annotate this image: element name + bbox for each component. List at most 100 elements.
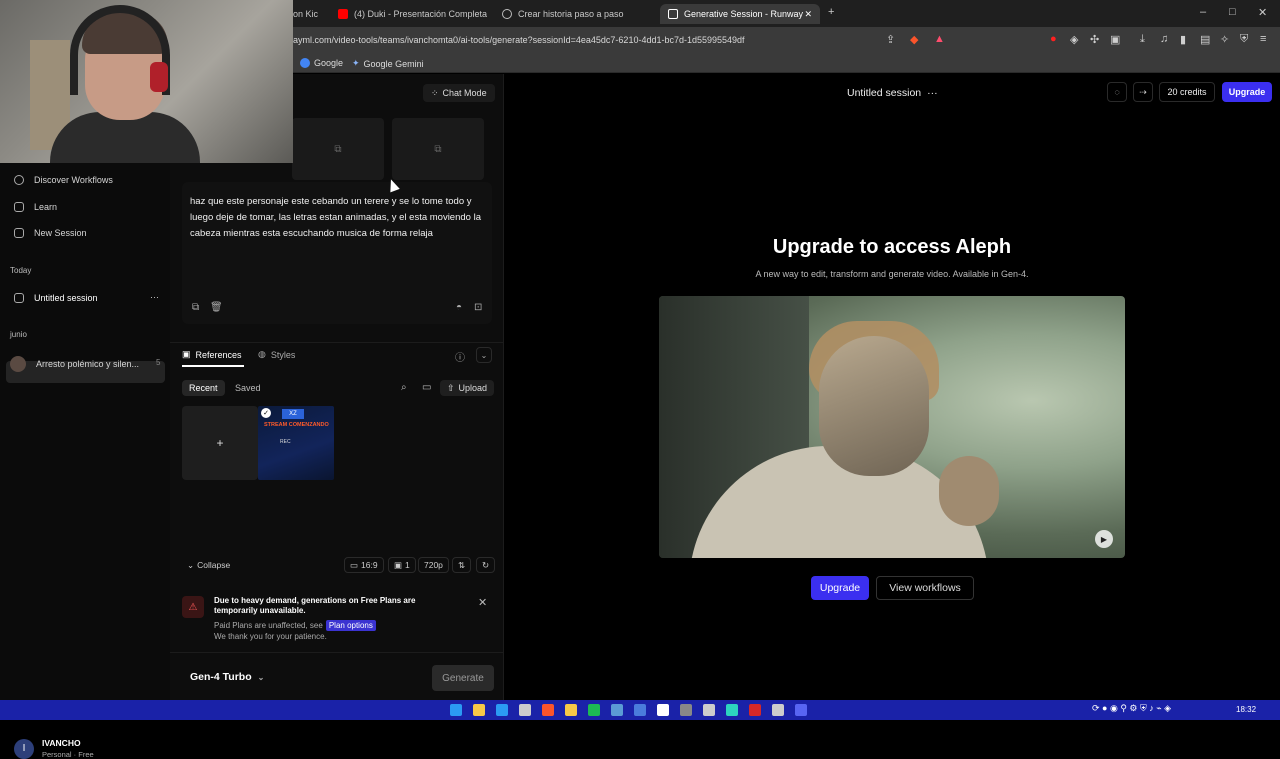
taskbar-app-icon[interactable] [634, 704, 646, 716]
close-window-button[interactable]: ✕ [1258, 6, 1267, 19]
upgrade-button[interactable]: Upgrade [811, 576, 869, 600]
sidebar-toggle-icon[interactable]: ▮ [1180, 33, 1186, 46]
minimize-button[interactable]: – [1200, 6, 1206, 18]
taskbar-app-icon[interactable] [588, 704, 600, 716]
taskbar-app-icon[interactable] [542, 704, 554, 716]
taskbar-app-icon[interactable] [496, 704, 508, 716]
image-placeholder-icon: ⧉ [334, 143, 342, 155]
tab-kick[interactable]: on Kic [293, 4, 323, 24]
chat-mode-button[interactable]: ⁘ Chat Mode [423, 84, 495, 102]
url-text[interactable]: ayml.com/video-tools/teams/ivanchomta0/a… [293, 35, 745, 45]
image-slot-3[interactable]: ⧉ [392, 118, 484, 180]
upload-button[interactable]: ⇧ Upload [440, 380, 495, 396]
tab-styles[interactable]: ◍ Styles [258, 349, 295, 360]
taskbar-app-icon[interactable] [519, 704, 531, 716]
tray-icons[interactable]: ⟳ ● ◉ ⚲ ⚙ ⛨ ♪ ⌁ ◈ [1092, 703, 1171, 714]
prompt-text[interactable]: haz que este personaje este cebando un t… [190, 194, 486, 242]
prompt-textarea[interactable]: haz que este personaje este cebando un t… [182, 182, 492, 324]
session-item-arresto[interactable]: Arresto polémico y silen... [10, 356, 139, 372]
search-icon[interactable]: ⌕ [401, 382, 407, 393]
music-icon[interactable]: ♫ [1160, 33, 1168, 45]
tab-crear-historia[interactable]: Crear historia paso a paso [502, 4, 652, 24]
bookmark-google[interactable]: Google [300, 58, 343, 68]
user-profile[interactable]: I IVANCHO Personal · Free [14, 738, 94, 759]
share-icon[interactable]: ⇢ [1133, 82, 1153, 102]
os-taskbar: ⟳ ● ◉ ⚲ ⚙ ⛨ ♪ ⌁ ◈ 18:32 [0, 700, 1280, 720]
brave-rewards-icon[interactable]: ▲ [934, 33, 945, 45]
tab-label: Styles [270, 349, 296, 360]
tab-runway[interactable]: Generative Session - Runway ✕ [660, 4, 820, 24]
notice-title: Due to heavy demand, generations on Free… [214, 596, 416, 615]
taskbar-app-icon[interactable] [772, 704, 784, 716]
warning-icon: ⚠ [182, 596, 204, 618]
filter-recent[interactable]: Recent [182, 380, 225, 396]
generate-button[interactable]: Generate [432, 665, 494, 691]
taskbar-app-icon[interactable] [680, 704, 692, 716]
taskbar-app-icon[interactable] [795, 704, 807, 716]
session-label: Untitled session [34, 293, 98, 303]
puzzle-icon[interactable]: ✣ [1090, 33, 1099, 46]
copy-icon[interactable]: ⧉ [192, 302, 199, 313]
clock[interactable]: 18:32 [1236, 705, 1256, 714]
maximize-button[interactable]: □ [1229, 6, 1236, 18]
trash-icon[interactable]: 🗑 [210, 302, 223, 313]
chevron-down-icon[interactable]: ⌄ [476, 347, 492, 363]
aleph-preview-video[interactable]: ▶ [659, 296, 1125, 558]
youtube-ext-icon[interactable]: ● [1050, 33, 1057, 45]
references-icon: ▣ [182, 349, 191, 359]
extension-icon[interactable]: ◈ [1070, 33, 1078, 46]
taskbar-app-icon[interactable] [749, 704, 761, 716]
tab-references[interactable]: ▣ References [182, 349, 242, 360]
tab-youtube[interactable]: (4) Duki - Presentación Completa - F [338, 4, 488, 24]
brave-shield-icon[interactable]: ◆ [910, 33, 918, 46]
add-reference-button[interactable]: + [182, 406, 258, 480]
folder-icon[interactable]: ▭ [422, 382, 431, 393]
filter-saved[interactable]: Saved [228, 380, 268, 396]
taskbar-app-icon[interactable] [450, 704, 462, 716]
sidebar-item-new-session[interactable]: New Session [14, 228, 87, 238]
reference-thumbnail[interactable]: XZ STREAM COMENZANDO REC [258, 406, 334, 480]
screenshot-icon[interactable]: ▣ [1110, 33, 1120, 46]
taskbar-app-icon[interactable] [703, 704, 715, 716]
frame-icon[interactable]: ⊡ [474, 302, 482, 313]
more-icon[interactable]: ··· [927, 87, 938, 99]
wallet-icon[interactable]: ▤ [1200, 33, 1210, 46]
chatgpt-icon [502, 9, 512, 19]
model-select[interactable]: Gen-4 Turbo ⌄ [190, 671, 264, 683]
view-workflows-button[interactable]: View workflows [876, 576, 974, 600]
reset-icon[interactable]: ↻ [476, 557, 496, 573]
chat-icon[interactable]: ◌ [1107, 82, 1127, 102]
play-icon[interactable]: ▶ [1095, 530, 1113, 548]
session-item-untitled[interactable]: Untitled session [14, 293, 98, 303]
collapse-button[interactable]: ⌄ Collapse [182, 557, 235, 573]
resolution-button[interactable]: 720p [418, 557, 449, 573]
vpn-icon[interactable]: ⛨ [1240, 33, 1248, 46]
figure-face [819, 336, 929, 476]
upgrade-top-button[interactable]: Upgrade [1222, 82, 1272, 102]
taskbar-app-icon[interactable] [657, 704, 669, 716]
sidebar-item-discover-workflows[interactable]: Discover Workflows [14, 175, 113, 185]
taskbar-app-icon[interactable] [565, 704, 577, 716]
count-button[interactable]: ▣ 1 [388, 557, 416, 573]
new-tab-button[interactable]: + [828, 6, 834, 18]
leo-ai-icon[interactable]: ✧ [1220, 33, 1229, 46]
info-icon[interactable]: ⓘ [455, 349, 465, 364]
bookmark-gemini[interactable]: ✦ Google Gemini [352, 58, 424, 69]
taskbar-app-icon[interactable] [611, 704, 623, 716]
download-icon[interactable]: ⤓ [1140, 33, 1145, 46]
credits-badge[interactable]: 20 credits [1159, 82, 1215, 102]
share-icon[interactable]: ⇪ [886, 33, 895, 46]
sort-icon[interactable]: ⇅ [452, 557, 472, 573]
plan-options-link[interactable]: Plan options [325, 620, 376, 631]
close-tab-icon[interactable]: ✕ [804, 9, 812, 20]
sidebar-item-learn[interactable]: Learn [14, 202, 57, 212]
enhance-icon[interactable]: ◓ [456, 302, 462, 313]
taskbar-app-icon[interactable] [473, 704, 485, 716]
session-more-button[interactable]: ··· [150, 292, 159, 302]
taskbar-app-icon[interactable] [726, 704, 738, 716]
menu-icon[interactable]: ≡ [1260, 33, 1266, 45]
session-title[interactable]: Untitled session ··· [847, 87, 938, 99]
close-icon[interactable]: ✕ [478, 596, 487, 609]
aspect-ratio-button[interactable]: ▭ 16:9 [344, 557, 384, 573]
image-slot-2[interactable]: ⧉ [292, 118, 384, 180]
